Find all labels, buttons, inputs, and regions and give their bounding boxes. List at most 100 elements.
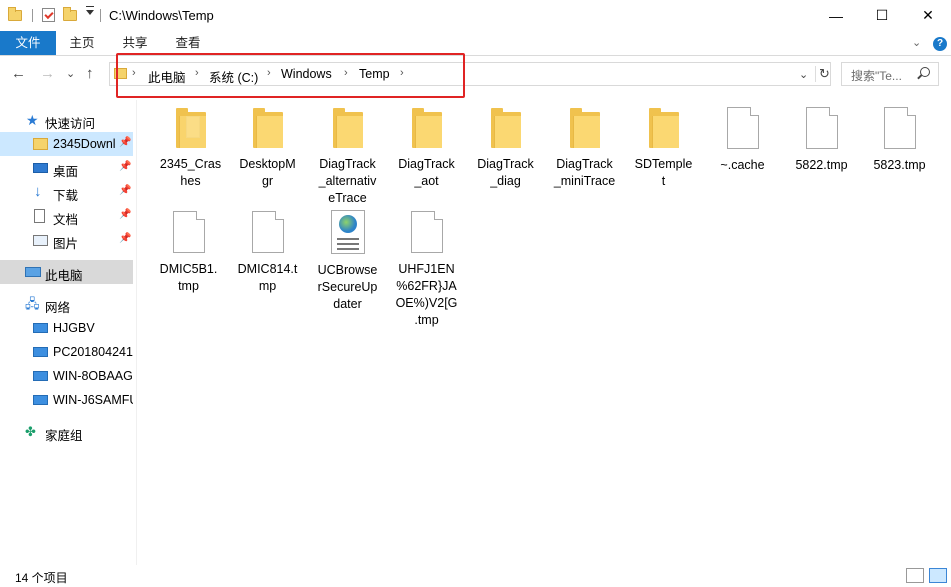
computer-icon [25,267,41,277]
file-name: SDTemple t [634,157,693,188]
details-view-button[interactable] [906,568,924,583]
file-name: DesktopM gr [239,157,296,188]
folder-icon [8,7,24,23]
navigation-pane: ★ 快速访问 2345Downl 📌 桌面 📌 ↓ 下载 📌 文档 📌 图片 📌… [0,100,137,565]
pin-icon[interactable]: 📌 [119,137,131,148]
tab-view[interactable]: 查看 [168,31,208,55]
sidebar-item-2345downloads[interactable]: 2345Downl 📌 [0,132,133,156]
file-item[interactable]: DesktopM gr [228,104,307,190]
file-item[interactable]: UCBrowse rSecureUp dater [308,208,387,313]
folder-icon [648,108,679,148]
sidebar-item-label: WIN-8OBAAGQ [53,369,133,383]
sidebar-item-downloads[interactable]: ↓ 下载 📌 [0,180,133,204]
file-icon [410,211,443,253]
highlight-box [116,53,465,98]
sidebar-item-label: 图片 [53,237,79,251]
file-item[interactable]: DMIC814.t mp [228,208,307,295]
pin-icon[interactable]: 📌 [119,209,131,220]
up-button[interactable]: ↑ [86,65,94,82]
sidebar-item-desktop[interactable]: 桌面 📌 [0,156,133,180]
expand-ribbon-icon[interactable]: ⌄ [912,36,921,49]
sidebar-item-homegroup[interactable]: ✤ 家庭组 [0,420,133,444]
sidebar-item-label: 文档 [53,213,79,227]
window-title: C:\Windows\Temp [109,8,214,23]
file-item[interactable]: DiagTrack _alternativ eTrace [308,104,387,207]
refresh-icon[interactable]: ↻ [815,66,831,82]
file-name: DiagTrack _miniTrace [553,157,616,188]
desktop-icon [33,163,48,173]
item-count: 14 个项目 [15,571,68,585]
file-item[interactable]: DiagTrack _miniTrace [545,104,624,190]
back-button[interactable]: ← [11,65,26,82]
file-name: DiagTrack _diag [477,157,534,188]
file-name: ~.cache [720,158,765,172]
new-folder-icon[interactable] [63,7,79,23]
pin-icon[interactable]: 📌 [119,185,131,196]
homegroup-icon: ✤ [25,424,36,439]
file-name: DMIC814.t mp [237,262,298,293]
file-item[interactable]: 5822.tmp [782,104,861,174]
folder-icon [252,108,283,148]
sidebar-item-label: 家庭组 [45,429,83,443]
file-name: DiagTrack _aot [398,157,455,188]
recent-locations-button[interactable]: ⌄ [66,67,75,80]
folder-icon [490,108,521,148]
file-item[interactable]: DiagTrack _diag [466,104,545,190]
search-placeholder: 搜索"Te... [851,69,902,83]
status-bar: 14 个项目 [0,565,951,587]
monitor-icon [33,323,48,333]
monitor-icon [33,395,48,405]
large-icons-view-button[interactable] [929,568,947,583]
file-item[interactable]: ~.cache [703,104,782,174]
folder-icon [411,108,442,148]
folder-icon [332,108,363,148]
pin-icon[interactable]: 📌 [119,233,131,244]
help-icon[interactable]: ? [933,37,947,51]
file-item[interactable]: 5823.tmp [860,104,939,174]
divider [100,9,101,22]
properties-icon[interactable] [42,7,58,23]
sidebar-item-this-pc[interactable]: 此电脑 [0,260,133,284]
tab-home[interactable]: 主页 [62,31,102,55]
file-item[interactable]: UHFJ1EN %62FR}JA OE%)V2[G .tmp [387,208,466,329]
file-item[interactable]: DMIC5B1. tmp [149,208,228,295]
file-name: 2345_Cras hes [159,157,222,188]
sidebar-item-pictures[interactable]: 图片 📌 [0,228,133,252]
document-icon [34,209,45,223]
sidebar-item-computer[interactable]: WIN-8OBAAGQ [0,364,133,388]
sidebar-item-label: 此电脑 [45,269,83,283]
application-icon [330,210,365,254]
search-input[interactable]: 搜索"Te... [841,62,939,86]
file-icon [172,211,205,253]
file-item[interactable]: 2345_Cras hes [151,104,230,190]
search-icon[interactable] [920,67,930,77]
sidebar-item-computer[interactable]: WIN-J6SAMFU [0,388,133,412]
address-dropdown-icon[interactable]: ⌄ [799,68,808,81]
sidebar-item-computer[interactable]: PC20180424191 [0,340,133,364]
download-icon: ↓ [34,183,42,200]
title-bar: C:\Windows\Temp — ☐ ✕ [0,0,951,31]
minimize-button[interactable]: — [813,0,859,31]
sidebar-item-documents[interactable]: 文档 📌 [0,204,133,228]
sidebar-item-quick-access[interactable]: ★ 快速访问 [0,108,133,132]
sidebar-item-label: 快速访问 [45,117,96,131]
maximize-button[interactable]: ☐ [859,0,905,31]
sidebar-item-network[interactable]: 🖧 网络 [0,292,133,316]
file-icon [726,107,759,149]
tab-file[interactable]: 文件 [0,31,56,55]
forward-button[interactable]: → [40,65,55,82]
sidebar-item-label: 桌面 [53,165,79,179]
sidebar-item-computer[interactable]: HJGBV [0,316,133,340]
pin-icon[interactable]: 📌 [119,161,131,172]
picture-icon [33,235,48,246]
file-name: UHFJ1EN %62FR}JA OE%)V2[G .tmp [395,262,458,327]
sidebar-item-label: WIN-J6SAMFU [53,393,133,407]
folder-icon [33,138,48,150]
file-item[interactable]: DiagTrack _aot [387,104,466,190]
close-button[interactable]: ✕ [905,0,951,31]
tab-share[interactable]: 共享 [115,31,155,55]
customize-quick-access-icon[interactable] [86,6,94,15]
divider [32,9,33,22]
file-item[interactable]: SDTemple t [624,104,703,190]
file-icon [805,107,838,149]
